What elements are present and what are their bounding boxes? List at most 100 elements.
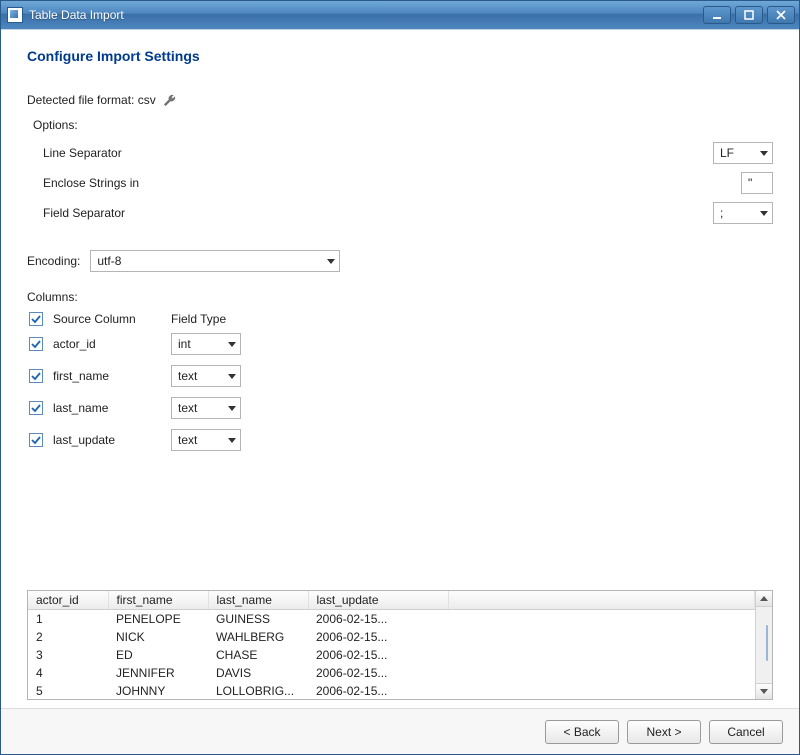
preview-cell: PENELOPE (108, 610, 208, 629)
scroll-down-button[interactable] (756, 683, 772, 699)
column-type-select[interactable]: text (171, 429, 241, 451)
preview-body: 1PENELOPEGUINESS2006-02-15...2NICKWAHLBE… (28, 610, 755, 700)
check-icon (31, 339, 41, 349)
enclose-strings-input[interactable]: " (741, 172, 773, 194)
field-separator-value: ; (720, 206, 723, 220)
preview-cell: NICK (108, 628, 208, 646)
field-separator-select[interactable]: ; (713, 202, 773, 224)
preview-header-cell[interactable]: last_name (208, 591, 308, 610)
preview-header-row: actor_idfirst_namelast_namelast_update (28, 591, 755, 610)
back-button[interactable]: < Back (545, 720, 619, 744)
column-type-value: text (178, 401, 197, 415)
options-group-label: Options: (33, 118, 773, 132)
column-row: first_nametext (27, 360, 773, 392)
preview-row[interactable]: 3EDCHASE2006-02-15... (28, 646, 755, 664)
encoding-select[interactable]: utf-8 (90, 250, 340, 272)
preview-cell: 2006-02-15... (308, 664, 448, 682)
configure-format-button[interactable] (162, 92, 178, 108)
chevron-down-icon (228, 406, 236, 411)
preview-cell: GUINESS (208, 610, 308, 629)
preview-row[interactable]: 2NICKWAHLBERG2006-02-15... (28, 628, 755, 646)
preview-header-cell[interactable]: actor_id (28, 591, 108, 610)
column-include-checkbox[interactable] (29, 401, 43, 415)
columns-select-all-checkbox[interactable] (29, 312, 43, 326)
encoding-label: Encoding: (27, 254, 80, 268)
client-area: Configure Import Settings Detected file … (1, 29, 799, 754)
preview-table: actor_idfirst_namelast_namelast_update 1… (28, 591, 755, 699)
chevron-down-icon (760, 151, 768, 156)
preview-cell-filler (448, 664, 755, 682)
page-title: Configure Import Settings (27, 48, 773, 64)
close-button[interactable] (767, 6, 795, 24)
options-group: Options: Line Separator LF Enclose Strin… (27, 114, 773, 228)
preview-header-cell[interactable]: first_name (108, 591, 208, 610)
preview-cell: 3 (28, 646, 108, 664)
preview-cell: 2006-02-15... (308, 628, 448, 646)
check-icon (31, 403, 41, 413)
preview-cell: 2 (28, 628, 108, 646)
column-row: last_nametext (27, 392, 773, 424)
column-type-value: text (178, 433, 197, 447)
minimize-button[interactable] (703, 6, 731, 24)
line-separator-value: LF (720, 146, 734, 160)
window-title: Table Data Import (29, 8, 703, 22)
cancel-button[interactable]: Cancel (709, 720, 783, 744)
next-button[interactable]: Next > (627, 720, 701, 744)
line-separator-row: Line Separator LF (27, 138, 773, 168)
titlebar[interactable]: Table Data Import (1, 1, 799, 29)
triangle-up-icon (760, 596, 768, 601)
wrench-icon (163, 93, 177, 107)
preview-table-scroll[interactable]: actor_idfirst_namelast_namelast_update 1… (28, 591, 755, 699)
scroll-thumb[interactable] (766, 625, 768, 661)
check-icon (31, 314, 41, 324)
window-button-group (703, 6, 795, 24)
column-type-value: text (178, 369, 197, 383)
preview-row[interactable]: 5JOHNNYLOLLOBRIG...2006-02-15... (28, 682, 755, 699)
preview-cell: 2006-02-15... (308, 646, 448, 664)
columns-header-type: Field Type (171, 312, 251, 326)
preview-cell: DAVIS (208, 664, 308, 682)
app-icon (7, 7, 23, 23)
wizard-footer: < Back Next > Cancel (1, 708, 799, 754)
preview-table-wrap: actor_idfirst_namelast_namelast_update 1… (27, 590, 773, 700)
preview-cell: 2006-02-15... (308, 610, 448, 629)
scroll-up-button[interactable] (756, 591, 772, 607)
preview-cell-filler (448, 610, 755, 629)
minimize-icon (712, 10, 722, 20)
maximize-button[interactable] (735, 6, 763, 24)
chevron-down-icon (228, 342, 236, 347)
preview-cell: 2006-02-15... (308, 682, 448, 699)
columns-rows-container: actor_id int first_nametextlast_nametextla… (27, 328, 773, 456)
column-row: last_updatetext (27, 424, 773, 456)
preview-header-cell[interactable]: last_update (308, 591, 448, 610)
preview-cell: JENNIFER (108, 664, 208, 682)
column-type-select[interactable]: int (171, 333, 241, 355)
column-type-select[interactable]: text (171, 397, 241, 419)
chevron-down-icon (228, 438, 236, 443)
chevron-down-icon (760, 211, 768, 216)
preview-cell: JOHNNY (108, 682, 208, 699)
detected-format-row: Detected file format: csv (27, 92, 773, 108)
enclose-strings-label: Enclose Strings in (43, 176, 741, 190)
columns-header-row: Source Column Field Type (27, 310, 773, 328)
column-include-checkbox[interactable] (29, 433, 43, 447)
encoding-value: utf-8 (97, 254, 121, 268)
enclose-strings-value: " (748, 176, 752, 190)
preview-cell: 5 (28, 682, 108, 699)
column-include-checkbox[interactable] (29, 337, 43, 351)
preview-cell: CHASE (208, 646, 308, 664)
preview-row[interactable]: 4JENNIFERDAVIS2006-02-15... (28, 664, 755, 682)
preview-row[interactable]: 1PENELOPEGUINESS2006-02-15... (28, 610, 755, 629)
content-panel: Configure Import Settings Detected file … (1, 30, 799, 708)
chevron-down-icon (228, 374, 236, 379)
preview-cell: 4 (28, 664, 108, 682)
column-include-checkbox[interactable] (29, 369, 43, 383)
chevron-down-icon (327, 259, 335, 264)
preview-cell-filler (448, 646, 755, 664)
field-separator-label: Field Separator (43, 206, 713, 220)
column-type-select[interactable]: text (171, 365, 241, 387)
preview-vertical-scrollbar[interactable] (755, 591, 772, 699)
column-source-name: actor_id (53, 337, 163, 351)
columns-group-label: Columns: (27, 290, 773, 304)
line-separator-select[interactable]: LF (713, 142, 773, 164)
